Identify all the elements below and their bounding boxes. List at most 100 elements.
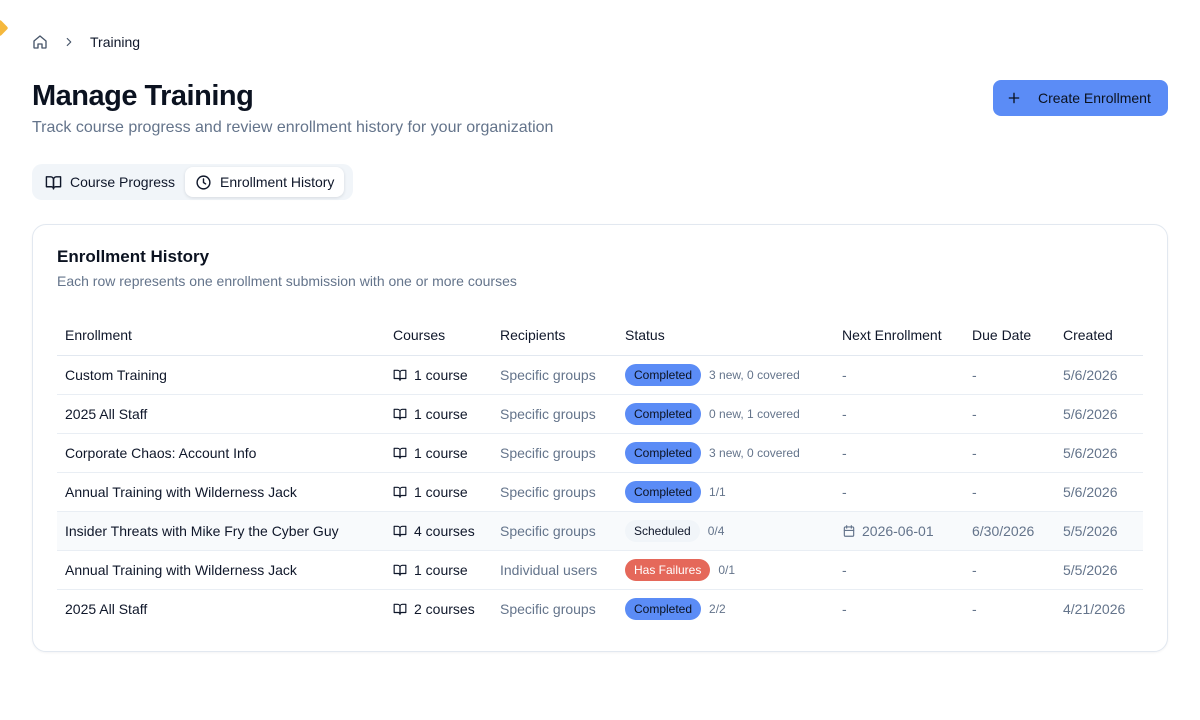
status-badge: Completed <box>625 480 702 503</box>
next-enrollment-cell: - <box>842 484 956 500</box>
tab-course-progress[interactable]: Course Progress <box>35 167 185 197</box>
status-badge: Has Failures <box>625 558 711 581</box>
calendar-icon <box>842 524 856 538</box>
status-badge: Completed <box>625 402 702 425</box>
status-note: 3 new, 0 covered <box>709 367 800 382</box>
due-date: 6/30/2026 <box>964 511 1055 551</box>
column-header-due-date[interactable]: Due Date <box>964 315 1055 356</box>
status-badge: Completed <box>625 441 702 464</box>
card-title: Enrollment History <box>57 247 210 266</box>
courses-count: 1 course <box>414 561 468 578</box>
next-enrollment-cell: - <box>842 601 956 617</box>
status-note: 0/4 <box>707 523 725 538</box>
status-note: 2/2 <box>709 601 726 616</box>
courses-cell: 4 courses <box>393 523 484 539</box>
column-header-created[interactable]: Created <box>1055 315 1143 356</box>
enrollment-name: Annual Training with Wilderness Jack <box>57 550 385 590</box>
book-open-icon <box>393 446 407 460</box>
book-open-icon <box>45 174 62 191</box>
enrollment-name: 2025 All Staff <box>65 600 148 617</box>
enrollment-history-card: Enrollment History Each row represents o… <box>32 224 1168 652</box>
due-date: - <box>964 550 1055 590</box>
table-row[interactable]: 2025 All Staff 1 course Specific groups … <box>57 394 1143 434</box>
next-enrollment-value: - <box>842 366 847 383</box>
column-header-status[interactable]: Status <box>617 315 834 356</box>
book-open-icon <box>393 368 407 382</box>
tab-enrollment-history[interactable]: Enrollment History <box>185 167 345 197</box>
table-row[interactable]: Annual Training with Wilderness Jack 1 c… <box>57 550 1143 590</box>
home-icon[interactable] <box>32 34 48 50</box>
status-badge: Completed <box>625 363 702 386</box>
status-cell: Has Failures 0/1 <box>625 558 826 581</box>
courses-cell: 1 course <box>393 406 484 422</box>
recipients: Specific groups <box>492 394 617 434</box>
recipients: Specific groups <box>492 511 617 551</box>
book-open-icon <box>393 524 407 538</box>
create-enrollment-button[interactable]: Create Enrollment <box>993 80 1168 116</box>
table-header-row: Enrollment Courses Recipients Status Nex… <box>57 315 1143 356</box>
status-cell: Completed 3 new, 0 covered <box>625 363 826 386</box>
created-date: 5/6/2026 <box>1055 433 1143 473</box>
table-row[interactable]: Corporate Chaos: Account Info 1 course S… <box>57 433 1143 473</box>
status-cell: Completed 0 new, 1 covered <box>625 402 826 425</box>
table-row[interactable]: Insider Threats with Mike Fry the Cyber … <box>57 511 1143 551</box>
table-row[interactable]: Annual Training with Wilderness Jack 1 c… <box>57 472 1143 512</box>
table-row[interactable]: 2025 All Staff 2 courses Specific groups… <box>57 589 1143 628</box>
breadcrumb: Training <box>32 32 140 52</box>
breadcrumb-current: Training <box>90 34 141 50</box>
create-enrollment-label: Create Enrollment <box>1038 90 1151 106</box>
column-header-recipients[interactable]: Recipients <box>492 315 617 356</box>
enrollment-name: Corporate Chaos: Account Info <box>57 433 385 473</box>
next-enrollment-value: - <box>842 483 847 500</box>
due-date: - <box>964 394 1055 434</box>
created-date: 5/5/2026 <box>1055 511 1143 551</box>
created-date: 4/21/2026 <box>1063 600 1126 617</box>
book-open-icon <box>393 563 407 577</box>
courses-count: 1 course <box>414 483 468 500</box>
chevron-right-icon <box>62 35 76 49</box>
created-date: 5/6/2026 <box>1055 472 1143 512</box>
book-open-icon <box>393 485 407 499</box>
table-row[interactable]: Custom Training 1 course Specific groups… <box>57 355 1143 395</box>
status-note: 3 new, 0 covered <box>709 445 800 460</box>
tab-list: Course Progress Enrollment History <box>32 164 353 200</box>
status-badge: Scheduled <box>625 519 700 542</box>
next-enrollment-cell: - <box>842 445 956 461</box>
courses-count: 4 courses <box>414 522 475 539</box>
status-cell: Completed 3 new, 0 covered <box>625 441 826 464</box>
enrollment-name: Annual Training with Wilderness Jack <box>57 472 385 512</box>
courses-count: 1 course <box>414 405 468 422</box>
status-note: 0 new, 1 covered <box>709 406 800 421</box>
created-date: 5/5/2026 <box>1055 550 1143 590</box>
status-note: 0/1 <box>718 562 736 577</box>
next-enrollment-value: - <box>842 600 847 617</box>
courses-cell: 2 courses <box>393 601 484 617</box>
courses-cell: 1 course <box>393 445 484 461</box>
next-enrollment-cell: - <box>842 367 956 383</box>
book-open-icon <box>393 407 407 421</box>
courses-cell: 1 course <box>393 484 484 500</box>
page-title: Manage Training <box>32 80 254 112</box>
status-note: 1/1 <box>709 484 726 499</box>
due-date: - <box>964 472 1055 512</box>
next-enrollment-value: 2026-06-01 <box>862 522 934 539</box>
book-open-icon <box>393 602 407 616</box>
courses-cell: 1 course <box>393 562 484 578</box>
column-header-next-enrollment[interactable]: Next Enrollment <box>834 315 964 356</box>
enrollment-name: Custom Training <box>57 355 385 395</box>
status-cell: Completed 1/1 <box>625 480 826 503</box>
recipients: Specific groups <box>492 355 617 395</box>
next-enrollment-value: - <box>842 405 847 422</box>
due-date: - <box>964 433 1055 473</box>
recipients: Specific groups <box>492 472 617 512</box>
courses-count: 1 course <box>414 366 468 383</box>
created-date: 5/6/2026 <box>1055 394 1143 434</box>
enrollment-name: Insider Threats with Mike Fry the Cyber … <box>57 511 385 551</box>
next-enrollment-value: - <box>842 561 847 578</box>
enrollment-table: Enrollment Courses Recipients Status Nex… <box>57 315 1143 628</box>
status-cell: Scheduled 0/4 <box>625 519 826 542</box>
column-header-enrollment[interactable]: Enrollment <box>57 315 385 356</box>
card-description: Each row represents one enrollment submi… <box>57 273 517 289</box>
tab-enrollment-history-label: Enrollment History <box>220 174 335 190</box>
column-header-courses[interactable]: Courses <box>385 315 492 356</box>
